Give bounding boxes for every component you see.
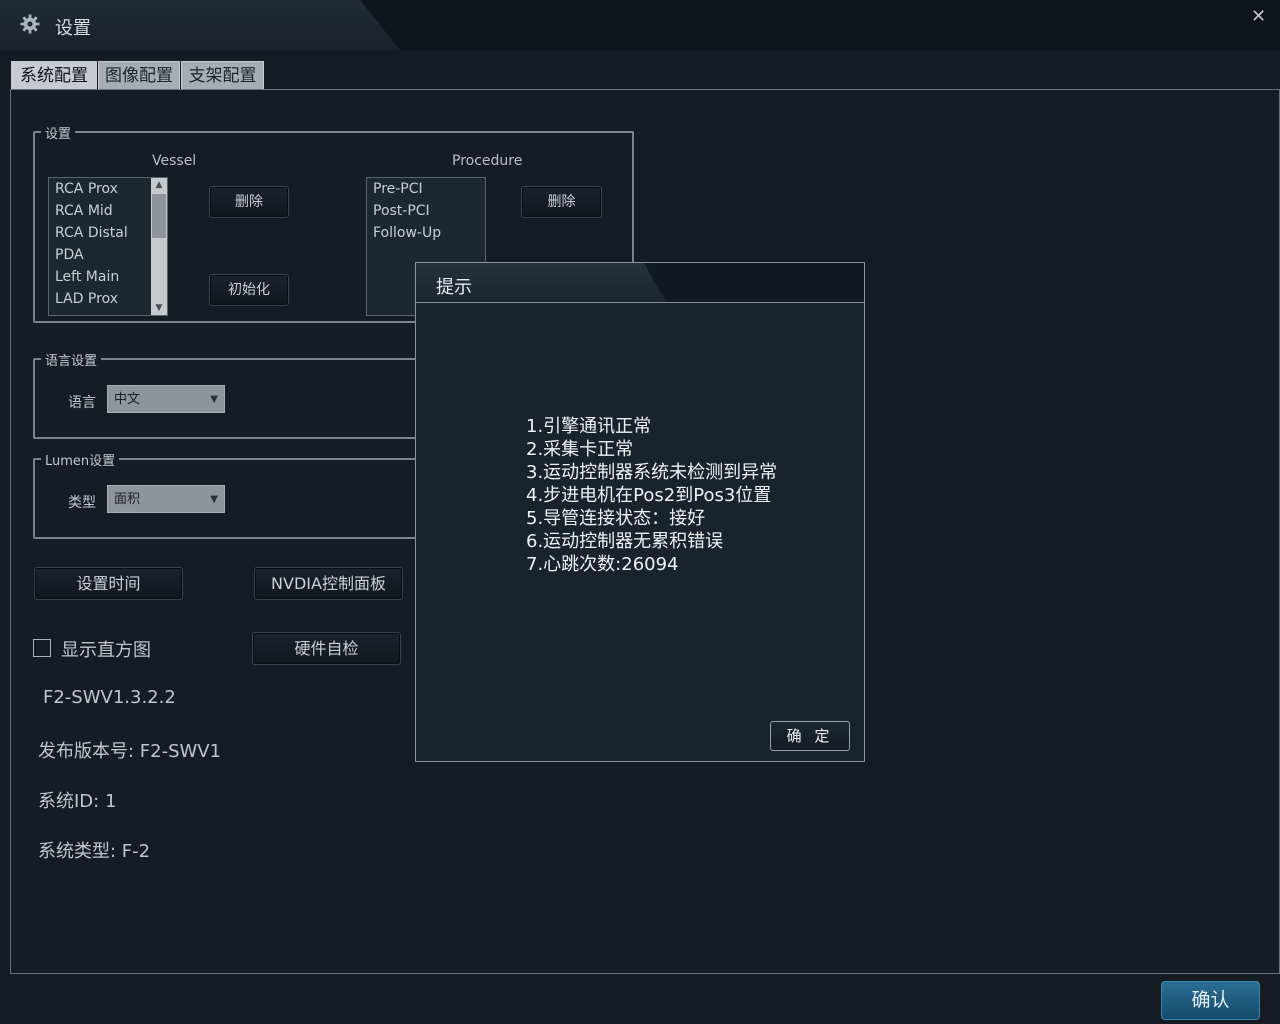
system-id: 系统ID: 1 (38, 791, 117, 812)
nvidia-panel-button[interactable]: NVDIA控制面板 (254, 567, 403, 600)
self-check-button[interactable]: 硬件自检 (252, 632, 401, 665)
dialog-header: 提示 (416, 263, 864, 303)
list-item[interactable]: PDA (49, 244, 167, 266)
confirm-button[interactable]: 确认 (1161, 981, 1260, 1020)
hint-dialog: 提示 1.引擎通讯正常 2.采集卡正常 3.运动控制器系统未检测到异常 4.步进… (415, 262, 865, 762)
software-version: F2-SWV1.3.2.2 (43, 687, 176, 708)
message-line: 3.运动控制器系统未检测到异常 (526, 462, 778, 483)
tab-stent-config[interactable]: 支架配置 (181, 61, 264, 91)
vessel-scrollbar[interactable]: ▲ ▼ (151, 178, 167, 315)
scroll-thumb[interactable] (152, 194, 166, 238)
tab-system-config[interactable]: 系统配置 (11, 61, 97, 91)
release-version: 发布版本号: F2-SWV1 (38, 741, 222, 762)
language-select[interactable]: 中文 ▼ (107, 385, 225, 413)
lumen-type-select[interactable]: 面积 ▼ (107, 485, 225, 513)
language-label: 语言 (68, 395, 96, 411)
scroll-up-icon[interactable]: ▲ (151, 178, 167, 192)
title-bar: 设置 ✕ (0, 0, 1280, 50)
message-line: 1.引擎通讯正常 (526, 416, 652, 437)
language-group-title: 语言设置 (41, 350, 102, 369)
vessel-list[interactable]: RCA Prox RCA Mid RCA Distal PDA Left Mai… (48, 177, 168, 316)
set-time-button[interactable]: 设置时间 (34, 567, 183, 600)
procedure-header: Procedure (452, 153, 523, 169)
message-line: 7.心跳次数:26094 (526, 554, 679, 575)
message-line: 6.运动控制器无累积错误 (526, 531, 724, 552)
lumen-type-label: 类型 (68, 495, 96, 511)
vessel-header: Vessel (152, 153, 197, 169)
lumen-group-title: Lumen设置 (41, 450, 120, 469)
message-line: 4.步进电机在Pos2到Pos3位置 (526, 485, 772, 506)
chevron-down-icon: ▼ (210, 394, 218, 405)
list-item[interactable]: Post-PCI (367, 200, 485, 222)
title-tab: 设置 (0, 0, 400, 50)
list-item[interactable]: Pre-PCI (367, 178, 485, 200)
dialog-ok-button[interactable]: 确 定 (770, 721, 850, 751)
list-item[interactable]: RCA Distal (49, 222, 167, 244)
message-line: 5.导管连接状态：接好 (526, 508, 706, 529)
vessel-init-button[interactable]: 初始化 (209, 274, 289, 306)
procedure-delete-button[interactable]: 删除 (521, 186, 602, 218)
list-item[interactable]: RCA Prox (49, 178, 167, 200)
dialog-message: 1.引擎通讯正常 2.采集卡正常 3.运动控制器系统未检测到异常 4.步进电机在… (526, 415, 777, 576)
scroll-down-icon[interactable]: ▼ (151, 301, 167, 315)
settings-group-title: 设置 (41, 123, 76, 142)
language-value: 中文 (114, 392, 141, 407)
list-item[interactable]: Follow-Up (367, 222, 485, 244)
message-line: 2.采集卡正常 (526, 439, 634, 460)
list-item[interactable]: RCA Mid (49, 200, 167, 222)
histogram-checkbox[interactable] (33, 639, 51, 657)
close-icon[interactable]: ✕ (1251, 6, 1266, 27)
histogram-label[interactable]: 显示直方图 (61, 636, 151, 662)
lumen-type-value: 面积 (114, 492, 141, 507)
vessel-delete-button[interactable]: 删除 (209, 186, 289, 218)
window-title: 设置 (55, 18, 91, 39)
gear-icon (20, 14, 40, 34)
dialog-title: 提示 (436, 277, 472, 298)
system-type: 系统类型: F-2 (38, 841, 151, 862)
tab-image-config[interactable]: 图像配置 (98, 61, 180, 91)
chevron-down-icon: ▼ (210, 494, 218, 505)
list-item[interactable]: Left Main (49, 266, 167, 288)
list-item[interactable]: LAD Prox (49, 288, 167, 310)
